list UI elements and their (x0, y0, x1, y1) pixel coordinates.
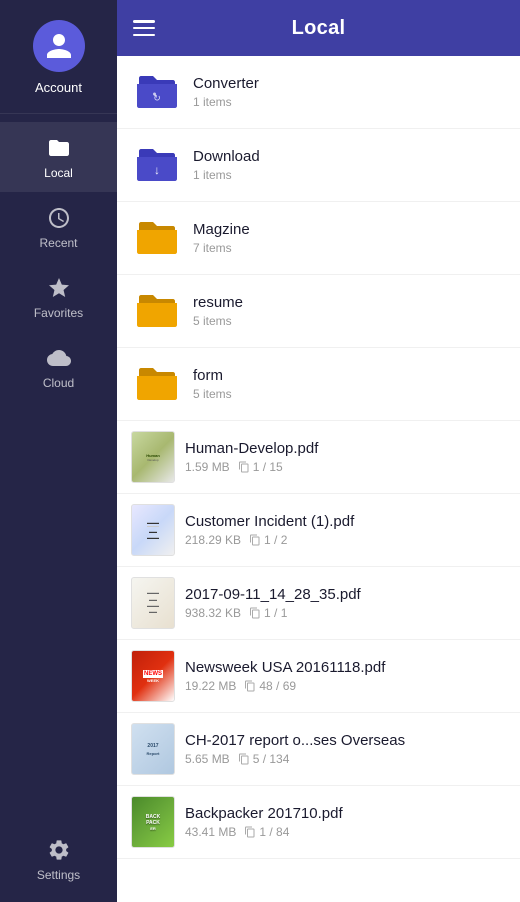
settings-icon (47, 838, 71, 862)
pdf-thumbnail: 2017 Report (131, 723, 175, 775)
file-name: Customer Incident (1).pdf (185, 513, 506, 530)
file-info: Download 1 items (193, 148, 506, 182)
folder-icon (47, 136, 71, 160)
hamburger-button[interactable] (133, 17, 155, 39)
favorites-label: Favorites (34, 306, 83, 320)
header-title: Local (155, 17, 482, 40)
folder-icon-blue-download: ↓ (131, 139, 183, 191)
sidebar-nav: Local Recent Favorites Cloud (0, 114, 117, 824)
file-meta: 5.65 MB 5 / 134 (185, 752, 506, 766)
sidebar-item-favorites[interactable]: Favorites (0, 262, 117, 332)
file-info: Converter 1 items (193, 75, 506, 109)
hamburger-line-3 (133, 34, 155, 37)
file-meta: 218.29 KB 1 / 2 (185, 533, 506, 547)
file-meta: 19.22 MB 48 / 69 (185, 679, 506, 693)
copy-icon: 1 / 1 (249, 606, 287, 620)
avatar (33, 20, 85, 72)
star-icon (47, 276, 71, 300)
file-name: resume (193, 294, 506, 311)
file-meta: 1 items (193, 95, 506, 109)
settings-label: Settings (37, 868, 80, 882)
file-name: 2017-09-11_14_28_35.pdf (185, 586, 506, 603)
list-item[interactable]: ↓ Download 1 items (117, 129, 520, 202)
file-name: Magzine (193, 221, 506, 238)
list-item[interactable]: BACK PACK ER Backpacker 201710.pdf 43.41… (117, 786, 520, 859)
file-name: Human-Develop.pdf (185, 440, 506, 457)
cloud-label: Cloud (43, 376, 74, 390)
file-meta: 1.59 MB 1 / 15 (185, 460, 506, 474)
list-item[interactable]: ▬▬▬ ▬▬ ▬▬▬ Customer Incident (1).pdf 218… (117, 494, 520, 567)
hamburger-line-2 (133, 27, 155, 30)
header: Local (117, 0, 520, 56)
list-item[interactable]: Human Develop Human-Develop.pdf 1.59 MB … (117, 421, 520, 494)
folder-icon-yellow-resume (131, 285, 183, 337)
file-info: Customer Incident (1).pdf 218.29 KB 1 / … (185, 513, 506, 547)
local-label: Local (44, 166, 73, 180)
pdf-thumbnail: BACK PACK ER (131, 796, 175, 848)
file-info: CH-2017 report o...ses Overseas 5.65 MB … (185, 732, 506, 766)
account-label: Account (35, 80, 82, 95)
folder-icon-blue: ↻ (131, 66, 183, 118)
sidebar: Account Local Recent Favorites (0, 0, 117, 902)
file-info: Newsweek USA 20161118.pdf 19.22 MB 48 / … (185, 659, 506, 693)
file-meta: 7 items (193, 241, 506, 255)
folder-icon-yellow-form (131, 358, 183, 410)
pdf-thumbnail: NEWS WEEK (131, 650, 175, 702)
sidebar-item-settings[interactable]: Settings (0, 824, 117, 902)
sidebar-item-local[interactable]: Local (0, 122, 117, 192)
list-item[interactable]: ↻ Converter 1 items (117, 56, 520, 129)
main-content: Local ↻ Converter 1 items (117, 0, 520, 902)
file-meta: 5 items (193, 314, 506, 328)
hamburger-line-1 (133, 20, 155, 23)
file-info: Backpacker 201710.pdf 43.41 MB 1 / 84 (185, 805, 506, 839)
file-info: Magzine 7 items (193, 221, 506, 255)
file-list: ↻ Converter 1 items ↓ Download (117, 56, 520, 902)
file-name: form (193, 367, 506, 384)
file-info: resume 5 items (193, 294, 506, 328)
clock-icon (47, 206, 71, 230)
pdf-thumbnail: Human Develop (131, 431, 175, 483)
file-meta: 1 items (193, 168, 506, 182)
cloud-icon (47, 346, 71, 370)
file-meta: 938.32 KB 1 / 1 (185, 606, 506, 620)
svg-text:↓: ↓ (154, 163, 160, 177)
copy-icon: 5 / 134 (238, 752, 290, 766)
file-name: Converter (193, 75, 506, 92)
svg-text:↻: ↻ (153, 93, 161, 103)
list-item[interactable]: form 5 items (117, 348, 520, 421)
copy-icon: 48 / 69 (244, 679, 296, 693)
pdf-thumbnail: ▬▬▬ ▬▬ ▬▬▬ ▬▬ (131, 577, 175, 629)
list-item[interactable]: NEWS WEEK Newsweek USA 20161118.pdf 19.2… (117, 640, 520, 713)
file-meta: 43.41 MB 1 / 84 (185, 825, 506, 839)
file-info: 2017-09-11_14_28_35.pdf 938.32 KB 1 / 1 (185, 586, 506, 620)
account-section[interactable]: Account (0, 0, 117, 114)
person-icon (44, 31, 74, 61)
list-item[interactable]: ▬▬▬ ▬▬ ▬▬▬ ▬▬ 2017-09-11_14_28_35.pdf 93… (117, 567, 520, 640)
file-info: Human-Develop.pdf 1.59 MB 1 / 15 (185, 440, 506, 474)
file-meta: 5 items (193, 387, 506, 401)
copy-icon: 1 / 2 (249, 533, 287, 547)
file-info: form 5 items (193, 367, 506, 401)
file-name: Newsweek USA 20161118.pdf (185, 659, 506, 676)
list-item[interactable]: 2017 Report CH-2017 report o...ses Overs… (117, 713, 520, 786)
copy-icon: 1 / 15 (238, 460, 283, 474)
file-name: CH-2017 report o...ses Overseas (185, 732, 506, 749)
file-name: Download (193, 148, 506, 165)
copy-icon: 1 / 84 (244, 825, 289, 839)
sidebar-item-recent[interactable]: Recent (0, 192, 117, 262)
folder-icon-yellow-magzine (131, 212, 183, 264)
recent-label: Recent (39, 236, 77, 250)
list-item[interactable]: resume 5 items (117, 275, 520, 348)
sidebar-item-cloud[interactable]: Cloud (0, 332, 117, 402)
pdf-thumbnail: ▬▬▬ ▬▬ ▬▬▬ (131, 504, 175, 556)
list-item[interactable]: Magzine 7 items (117, 202, 520, 275)
file-name: Backpacker 201710.pdf (185, 805, 506, 822)
